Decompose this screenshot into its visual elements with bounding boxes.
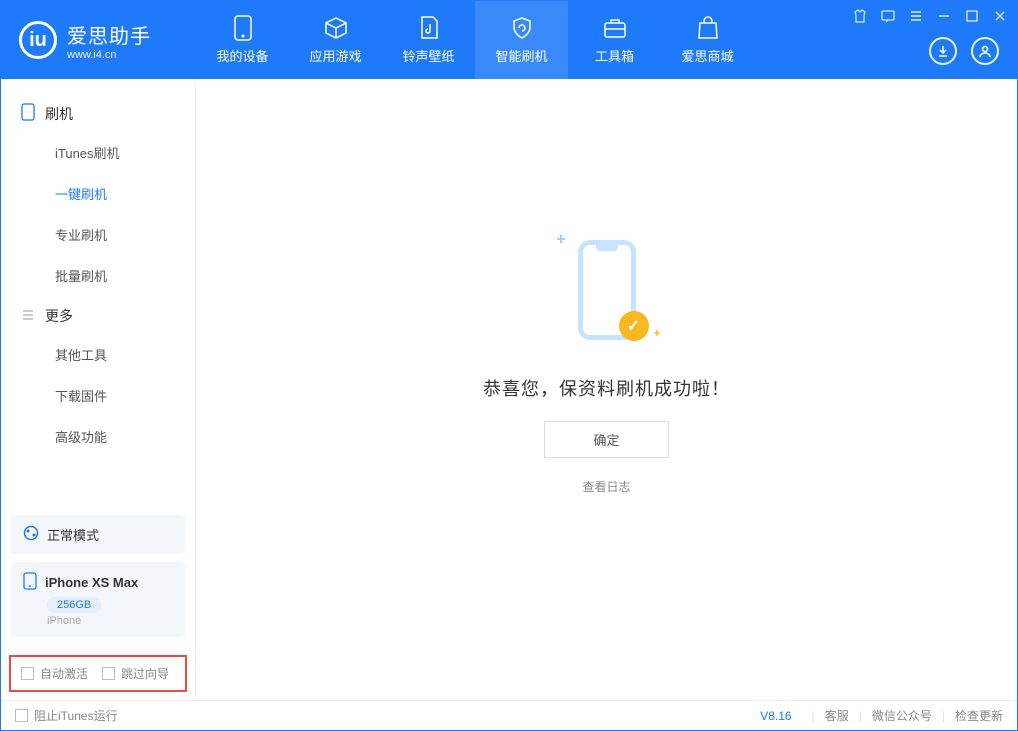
app-subtitle: www.i4.cn bbox=[67, 49, 151, 61]
device-name-row: iPhone XS Max bbox=[23, 572, 173, 593]
separator: | bbox=[812, 709, 815, 723]
footer-link-support[interactable]: 客服 bbox=[825, 707, 849, 724]
close-button[interactable] bbox=[991, 7, 1009, 25]
checkbox-icon bbox=[21, 667, 34, 680]
footer-link-wechat[interactable]: 微信公众号 bbox=[872, 707, 932, 724]
checkbox-auto-activate[interactable]: 自动激活 bbox=[21, 665, 88, 682]
mode-label: 正常模式 bbox=[47, 525, 99, 544]
checkbox-icon bbox=[15, 709, 28, 722]
shield-refresh-icon bbox=[510, 16, 534, 40]
sidebar-group-flash: 刷机 bbox=[1, 93, 195, 132]
toolbox-icon bbox=[603, 16, 627, 40]
sidebar-item-other-tools[interactable]: 其他工具 bbox=[1, 334, 195, 375]
skin-icon[interactable] bbox=[851, 7, 869, 25]
cube-icon bbox=[324, 16, 348, 40]
header-right bbox=[929, 37, 999, 65]
mode-icon bbox=[23, 525, 39, 544]
sidebar-item-batch-flash[interactable]: 批量刷机 bbox=[1, 255, 195, 296]
view-log-link[interactable]: 查看日志 bbox=[582, 478, 630, 495]
separator: | bbox=[859, 709, 862, 723]
user-icon[interactable] bbox=[971, 37, 999, 65]
device-box: 正常模式 iPhone XS Max 256GB iPhone bbox=[11, 515, 185, 637]
shopping-bag-icon bbox=[696, 16, 720, 40]
tab-toolbox[interactable]: 工具箱 bbox=[568, 1, 661, 79]
body: 刷机 iTunes刷机 一键刷机 专业刷机 批量刷机 更多 其他工具 下载固件 … bbox=[1, 79, 1017, 700]
checkbox-skip-guide[interactable]: 跳过向导 bbox=[102, 665, 169, 682]
menu-icon[interactable] bbox=[907, 7, 925, 25]
maximize-button[interactable] bbox=[963, 7, 981, 25]
footer-link-update[interactable]: 检查更新 bbox=[955, 707, 1003, 724]
success-illustration: ✓ bbox=[557, 225, 657, 355]
footer: 阻止iTunes运行 V8.16 | 客服 | 微信公众号 | 检查更新 bbox=[1, 700, 1017, 730]
device-type: iPhone bbox=[47, 615, 173, 627]
music-file-icon bbox=[417, 16, 441, 40]
device-name: iPhone XS Max bbox=[45, 575, 138, 590]
tab-apps-games[interactable]: 应用游戏 bbox=[289, 1, 382, 79]
checkbox-icon bbox=[102, 667, 115, 680]
sidebar-group-more: 更多 bbox=[1, 296, 195, 334]
version-label: V8.16 bbox=[760, 709, 791, 723]
mode-row[interactable]: 正常模式 bbox=[11, 515, 185, 554]
tab-label: 爱思商城 bbox=[681, 46, 733, 65]
sparkle-icon bbox=[557, 235, 565, 243]
tab-label: 铃声壁纸 bbox=[402, 46, 454, 65]
device-row[interactable]: iPhone XS Max 256GB iPhone bbox=[11, 562, 185, 637]
app-title: 爱思助手 bbox=[67, 20, 151, 49]
download-icon[interactable] bbox=[929, 37, 957, 65]
group-title: 更多 bbox=[45, 306, 73, 326]
checkbox-label: 跳过向导 bbox=[121, 665, 169, 682]
checkbox-label: 阻止iTunes运行 bbox=[34, 707, 118, 724]
sidebar-item-advanced[interactable]: 高级功能 bbox=[1, 416, 195, 457]
sidebar-item-pro-flash[interactable]: 专业刷机 bbox=[1, 214, 195, 255]
logo-icon: iu bbox=[19, 21, 57, 59]
device-capacity: 256GB bbox=[47, 597, 101, 613]
tab-smart-flash[interactable]: 智能刷机 bbox=[475, 1, 568, 79]
tab-store[interactable]: 爱思商城 bbox=[661, 1, 754, 79]
header: iu 爱思助手 www.i4.cn 我的设备 应用游戏 铃声壁纸 智能刷机 工具… bbox=[1, 1, 1017, 79]
main-content: ✓ 恭喜您，保资料刷机成功啦！ 确定 查看日志 bbox=[196, 79, 1017, 700]
feedback-icon[interactable] bbox=[879, 7, 897, 25]
device-icon bbox=[21, 103, 35, 124]
highlighted-checkbox-row: 自动激活 跳过向导 bbox=[9, 655, 187, 692]
checkbox-block-itunes[interactable]: 阻止iTunes运行 bbox=[15, 707, 118, 724]
success-message: 恭喜您，保资料刷机成功啦！ bbox=[483, 375, 730, 401]
footer-right: V8.16 | 客服 | 微信公众号 | 检查更新 bbox=[760, 707, 1003, 724]
minimize-button[interactable] bbox=[935, 7, 953, 25]
ok-button[interactable]: 确定 bbox=[544, 421, 668, 458]
tab-label: 应用游戏 bbox=[309, 46, 361, 65]
tab-my-device[interactable]: 我的设备 bbox=[196, 1, 289, 79]
logo-text: 爱思助手 www.i4.cn bbox=[67, 20, 151, 61]
logo-area: iu 爱思助手 www.i4.cn bbox=[1, 1, 196, 79]
list-icon bbox=[21, 308, 35, 325]
checkbox-label: 自动激活 bbox=[40, 665, 88, 682]
tab-ringtones-wallpapers[interactable]: 铃声壁纸 bbox=[382, 1, 475, 79]
sidebar-item-download-firmware[interactable]: 下载固件 bbox=[1, 375, 195, 416]
sparkle-icon bbox=[654, 330, 660, 336]
phone-icon bbox=[231, 16, 255, 40]
window-controls bbox=[851, 7, 1009, 25]
sidebar-item-itunes-flash[interactable]: iTunes刷机 bbox=[1, 132, 195, 173]
sidebar: 刷机 iTunes刷机 一键刷机 专业刷机 批量刷机 更多 其他工具 下载固件 … bbox=[1, 79, 196, 700]
group-title: 刷机 bbox=[45, 104, 73, 124]
separator: | bbox=[942, 709, 945, 723]
checkmark-badge-icon: ✓ bbox=[619, 311, 649, 341]
sidebar-item-oneclick-flash[interactable]: 一键刷机 bbox=[1, 173, 195, 214]
tab-label: 我的设备 bbox=[216, 46, 268, 65]
phone-small-icon bbox=[23, 572, 37, 593]
tab-label: 工具箱 bbox=[595, 46, 634, 65]
tab-label: 智能刷机 bbox=[495, 46, 547, 65]
